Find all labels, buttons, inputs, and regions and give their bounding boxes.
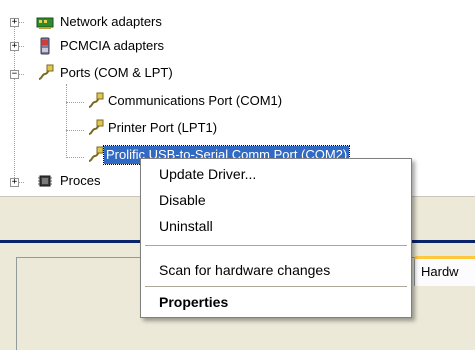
- menu-item-update-driver[interactable]: Update Driver...: [143, 163, 409, 185]
- tree-connector: [66, 84, 67, 158]
- tree-item-com1[interactable]: Communications Port (COM1): [106, 92, 284, 110]
- tree-connector: [66, 157, 84, 158]
- port-icon: [36, 64, 54, 82]
- pcmcia-icon: [36, 37, 54, 55]
- tree-item-network-adapters[interactable]: Network adapters: [58, 13, 164, 31]
- menu-item-properties[interactable]: Properties: [143, 291, 409, 313]
- menu-separator: [145, 286, 407, 287]
- tree-item-pcmcia-adapters[interactable]: PCMCIA adapters: [58, 37, 166, 55]
- tree-connector: [66, 102, 84, 103]
- tree-item-processors[interactable]: Proces: [58, 172, 102, 190]
- port-icon: [86, 92, 104, 110]
- collapse-ports-button[interactable]: −: [10, 70, 19, 79]
- expand-network-adapters-button[interactable]: +: [10, 18, 19, 27]
- tree-item-ports[interactable]: Ports (COM & LPT): [58, 64, 175, 82]
- port-icon: [86, 119, 104, 137]
- menu-item-uninstall[interactable]: Uninstall: [143, 215, 409, 237]
- processor-icon: [36, 172, 54, 190]
- tree-item-lpt1[interactable]: Printer Port (LPT1): [106, 119, 219, 137]
- expand-processors-button[interactable]: +: [10, 178, 19, 187]
- network-adapter-icon: [36, 13, 54, 31]
- menu-item-scan-hardware[interactable]: Scan for hardware changes: [143, 259, 409, 281]
- menu-item-disable[interactable]: Disable: [143, 189, 409, 211]
- context-menu: Update Driver... Disable Uninstall Scan …: [140, 158, 412, 318]
- port-icon: [86, 146, 104, 164]
- expand-pcmcia-adapters-button[interactable]: +: [10, 42, 19, 51]
- tree-connector: [66, 130, 84, 131]
- tab-hardware[interactable]: Hardw: [414, 256, 475, 286]
- menu-separator: [145, 245, 407, 246]
